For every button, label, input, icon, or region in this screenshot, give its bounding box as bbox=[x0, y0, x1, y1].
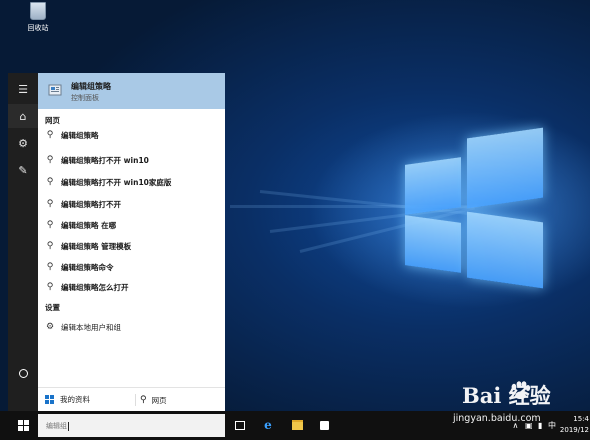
search-icon: ⚲ bbox=[46, 155, 54, 165]
search-icon: ⚲ bbox=[46, 199, 54, 209]
search-icon: ⚲ bbox=[46, 282, 54, 292]
settings-button[interactable]: ⚙ bbox=[8, 131, 38, 155]
section-header-settings: 设置 bbox=[45, 303, 60, 312]
taskbar-clock[interactable]: 15:4 2019/12 bbox=[560, 414, 589, 436]
search-icon: ⚲ bbox=[46, 220, 54, 230]
web-result-item[interactable]: ⚲ 编辑组策略打不开 win10 bbox=[38, 151, 225, 169]
recycle-bin-label: 回收站 bbox=[27, 24, 49, 32]
section-header-web: 网页 bbox=[45, 116, 60, 125]
search-results-panel: 编辑组策略 控制面板 网页 ⚲ 编辑组策略 ⚲ 编辑组策略打不开 win10 ⚲ 编辑… bbox=[38, 73, 225, 412]
search-icon: ⚲ bbox=[46, 130, 54, 140]
search-icon: ⚲ bbox=[140, 395, 147, 405]
watermark-url: jingyan.baidu.com bbox=[453, 413, 541, 424]
feedback-button[interactable]: ✎ bbox=[8, 158, 38, 182]
clock-time: 15:4 bbox=[573, 415, 589, 423]
file-explorer-button[interactable] bbox=[289, 417, 305, 433]
web-result-label: 编辑组策略 在哪 bbox=[61, 220, 117, 230]
cortana-ring-icon bbox=[18, 368, 28, 378]
settings-result-item[interactable]: ⚙ 编辑本地用户和组 bbox=[38, 318, 225, 336]
web-result-label: 编辑组策略打不开 win10 bbox=[61, 155, 149, 165]
folder-icon bbox=[291, 420, 303, 430]
baidu-paw-icon bbox=[511, 381, 531, 399]
store-bag-icon bbox=[319, 420, 329, 430]
search-icon: ⚲ bbox=[46, 262, 54, 272]
web-result-item[interactable]: ⚲ 编辑组策略 在哪 bbox=[38, 216, 225, 234]
web-result-label: 编辑组策略打不开 bbox=[61, 199, 121, 209]
hamburger-menu-button[interactable]: ☰ bbox=[8, 77, 38, 101]
store-button[interactable] bbox=[316, 417, 332, 433]
gear-icon: ⚙ bbox=[45, 322, 55, 332]
start-menu-rail: ☰ ⌂ ⚙ ✎ bbox=[8, 73, 38, 411]
web-scope-label: 网页 bbox=[151, 395, 167, 405]
input-method-indicator[interactable]: 中 bbox=[548, 421, 556, 430]
web-result-label: 编辑组策略怎么打开 bbox=[61, 282, 129, 292]
start-button[interactable] bbox=[8, 411, 38, 440]
my-stuff-label: 我的资料 bbox=[60, 395, 90, 404]
web-result-label: 编辑组策略 管理模板 bbox=[61, 241, 132, 251]
search-icon: ⚲ bbox=[46, 241, 54, 251]
edge-icon: e bbox=[264, 418, 272, 432]
watermark-brand-text: Bai 经验 bbox=[462, 383, 551, 408]
text-caret bbox=[68, 421, 69, 431]
web-result-label: 编辑组策略 bbox=[61, 130, 99, 140]
web-result-item[interactable]: ⚲ 编辑组策略 管理模板 bbox=[38, 237, 225, 255]
search-scope-bar: 我的资料 ⚲ 网页 bbox=[38, 387, 225, 412]
web-result-item[interactable]: ⚲ 编辑组策略怎么打开 bbox=[38, 278, 225, 296]
search-input-value: 编辑组 bbox=[46, 422, 67, 430]
task-view-button[interactable] bbox=[232, 417, 248, 433]
web-result-item[interactable]: ⚲ 编辑组策略 bbox=[38, 126, 225, 144]
recycle-bin-shortcut[interactable]: 回收站 bbox=[20, 0, 56, 33]
home-button[interactable]: ⌂ bbox=[8, 104, 38, 128]
web-result-item[interactable]: ⚲ 编辑组策略打不开 bbox=[38, 195, 225, 213]
screen-edge bbox=[0, 73, 8, 411]
windows-logo-wallpaper bbox=[405, 127, 547, 289]
windows-icon bbox=[17, 420, 29, 431]
edge-browser-button[interactable]: e bbox=[260, 417, 276, 433]
hamburger-icon: ☰ bbox=[18, 82, 28, 96]
web-result-label: 编辑组策略打不开 win10家庭版 bbox=[61, 177, 172, 187]
task-view-icon bbox=[235, 420, 245, 430]
best-match-title: 编辑组策略 bbox=[71, 82, 111, 91]
web-result-item[interactable]: ⚲ 编辑组策略打不开 win10家庭版 bbox=[38, 173, 225, 191]
web-scope-button[interactable]: ⚲ 网页 bbox=[135, 394, 167, 406]
home-icon: ⌂ bbox=[19, 109, 27, 123]
cortana-button[interactable] bbox=[8, 361, 38, 385]
watermark-brand: Bai 经验 bbox=[462, 380, 551, 410]
feedback-icon: ✎ bbox=[18, 163, 28, 177]
best-match-item[interactable]: 编辑组策略 控制面板 bbox=[38, 73, 225, 109]
clock-date: 2019/12 bbox=[559, 426, 589, 434]
web-result-label: 编辑组策略命令 bbox=[61, 262, 114, 272]
my-stuff-button[interactable]: 我的资料 bbox=[45, 394, 90, 405]
search-icon: ⚲ bbox=[46, 177, 54, 187]
settings-result-label: 编辑本地用户和组 bbox=[61, 322, 121, 332]
recycle-bin-icon bbox=[30, 2, 46, 20]
taskbar-search-input[interactable]: 编辑组 bbox=[38, 414, 225, 437]
group-policy-icon bbox=[48, 84, 62, 96]
gear-icon: ⚙ bbox=[18, 136, 28, 150]
windows-icon bbox=[45, 395, 54, 404]
web-result-item[interactable]: ⚲ 编辑组策略命令 bbox=[38, 258, 225, 276]
best-match-subtitle: 控制面板 bbox=[71, 94, 99, 102]
